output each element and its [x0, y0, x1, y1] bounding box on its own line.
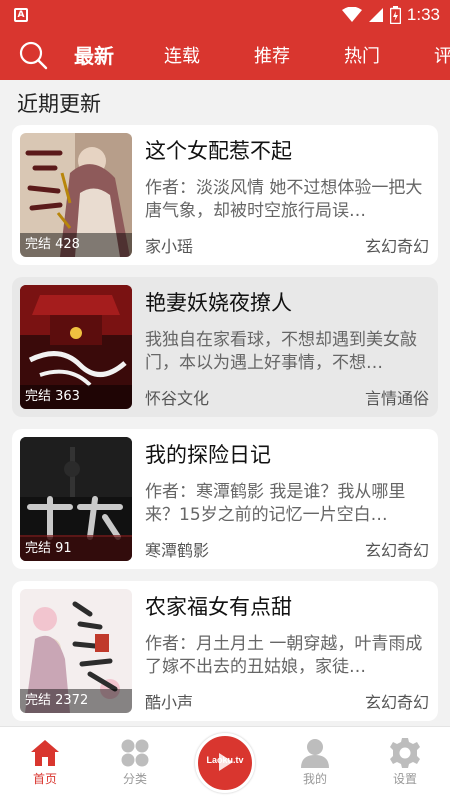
- book-title: 艳妻妖娆夜撩人: [145, 291, 292, 315]
- category-grid-icon: [121, 739, 149, 767]
- search-icon[interactable]: [18, 40, 48, 70]
- tab-profile[interactable]: 我的: [280, 727, 350, 798]
- tab-review[interactable]: 评: [434, 42, 450, 68]
- book-author: 酷小声: [145, 693, 194, 712]
- book-genre: 言情通俗: [364, 389, 429, 408]
- status-time: 1:33: [406, 5, 440, 24]
- tab-settings[interactable]: 设置: [370, 727, 440, 798]
- book-cover: 完结 91: [20, 437, 132, 561]
- book-genre: 玄幻奇幻: [364, 541, 429, 560]
- book-description: 作者：寒潭鹤影 我是谁？我从哪里来？15岁之前的记忆一片空白…: [145, 482, 406, 525]
- book-genre: 玄幻奇幻: [364, 693, 429, 712]
- section-title: 近期更新: [17, 92, 101, 116]
- signal-icon: [368, 8, 383, 22]
- book-title: 我的探险日记: [145, 443, 271, 467]
- book-author: 怀谷文化: [145, 389, 210, 408]
- status-badge: 完结 91: [20, 537, 132, 561]
- app-icon: A: [14, 8, 28, 22]
- tab-recommend[interactable]: 推荐: [254, 42, 290, 68]
- book-card[interactable]: 完结 91 我的探险日记 作者：寒潭鹤影 我是谁？我从哪里来？15岁之前的记忆一…: [12, 429, 438, 569]
- book-card[interactable]: 完结 363 艳妻妖娆夜撩人 我独自在家看球，不想却遇到美女敲门，本以为遇上好事…: [12, 277, 438, 417]
- center-play-button[interactable]: Laoku.tv: [195, 733, 255, 793]
- status-icons: 1:33: [341, 5, 440, 25]
- home-icon: [31, 740, 59, 766]
- book-title: 农家福女有点甜: [145, 595, 292, 619]
- tab-category[interactable]: 分类: [100, 727, 170, 798]
- book-title: 这个女配惹不起: [145, 139, 292, 163]
- wifi-icon: [341, 7, 362, 22]
- tab-latest[interactable]: 最新: [74, 40, 114, 69]
- book-description: 作者：月土月土 一朝穿越，叶青雨成了嫁不出去的丑姑娘，家徒…: [145, 634, 423, 677]
- brand-logo-text: Laoku.tv: [206, 755, 244, 765]
- book-author: 家小瑶: [145, 237, 194, 256]
- tab-label: 分类: [122, 772, 147, 786]
- top-nav: 最新 连载 推荐 热门 评: [0, 30, 450, 80]
- book-cover: 完结 2372: [20, 589, 132, 713]
- user-icon: [301, 739, 329, 768]
- tab-label: 设置: [392, 772, 417, 786]
- gear-icon: [390, 738, 420, 768]
- book-cover: 完结 428: [20, 133, 132, 257]
- book-author: 寒潭鹤影: [145, 541, 210, 560]
- book-description: 作者：淡淡风情 她不过想体验一把大唐气象，却被时空旅行局误…: [145, 178, 423, 221]
- tab-hot[interactable]: 热门: [344, 42, 380, 68]
- tab-home[interactable]: 首页: [10, 727, 80, 798]
- tab-serial[interactable]: 连载: [164, 42, 200, 68]
- status-badge: 完结 428: [20, 233, 132, 257]
- status-badge: 完结 363: [20, 385, 132, 409]
- status-bar: A 1:33: [0, 0, 450, 30]
- battery-charging-icon: [389, 6, 401, 24]
- book-genre: 玄幻奇幻: [364, 237, 429, 256]
- tab-label: 首页: [32, 772, 57, 786]
- tab-label: 我的: [302, 772, 327, 786]
- book-description: 我独自在家看球，不想却遇到美女敲门，本以为遇上好事情，不想…: [145, 330, 417, 373]
- book-card[interactable]: 完结 2372 农家福女有点甜 作者：月土月土 一朝穿越，叶青雨成了嫁不出去的丑…: [12, 581, 438, 721]
- book-card[interactable]: 完结 428 这个女配惹不起 作者：淡淡风情 她不过想体验一把大唐气象，却被时空…: [12, 125, 438, 265]
- status-badge: 完结 2372: [20, 689, 132, 713]
- book-cover: 完结 363: [20, 285, 132, 409]
